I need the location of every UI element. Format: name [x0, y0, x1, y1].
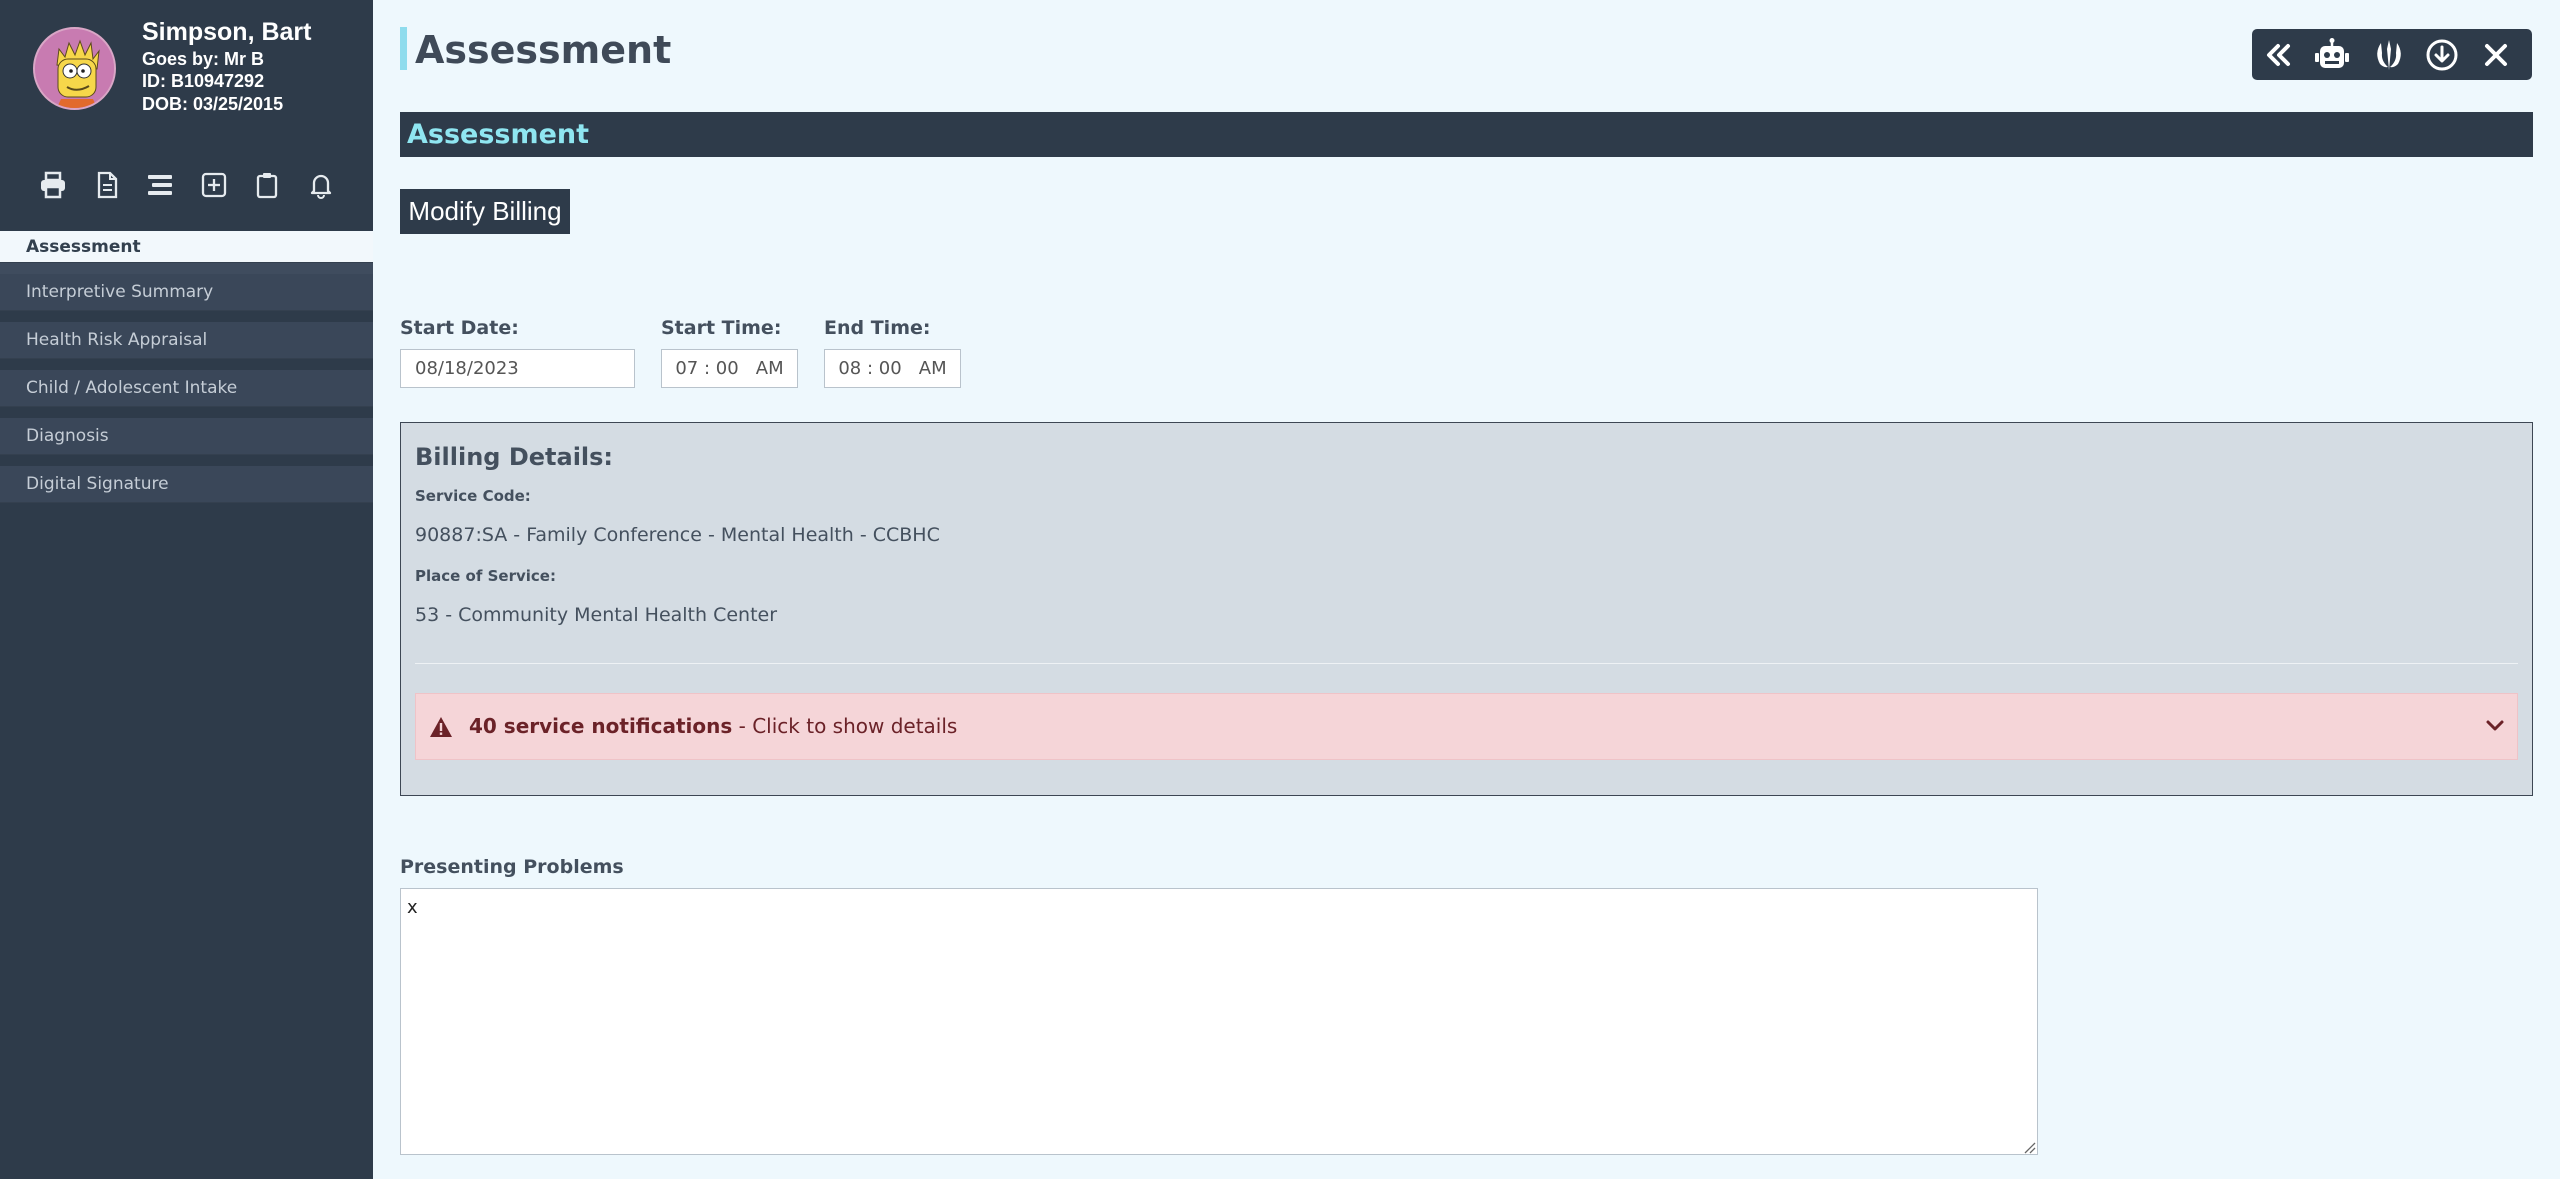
service-notifications-alert[interactable]: 40 service notifications - Click to show…	[415, 693, 2518, 760]
sidebar-item-digital-signature[interactable]: Digital Signature	[0, 466, 373, 503]
main-content: Assessment Assessment Modify Billing Sta…	[373, 0, 2560, 1179]
sidebar-item-child-adolescent-intake[interactable]: Child / Adolescent Intake	[0, 370, 373, 407]
sidebar-nav: Assessment Interpretive Summary Health R…	[0, 231, 373, 514]
alert-detail: - Click to show details	[732, 714, 958, 738]
patient-id: ID: B10947292	[142, 71, 265, 91]
start-date-label: Start Date:	[400, 317, 519, 339]
close-icon[interactable]	[2478, 37, 2514, 73]
list-icon[interactable]	[141, 166, 179, 204]
sidebar-item-diagnosis[interactable]: Diagnosis	[0, 418, 373, 455]
title-accent	[400, 27, 407, 70]
avatar	[33, 27, 116, 110]
start-time-field[interactable]: 07 : 00 AM	[661, 349, 798, 388]
resize-handle-icon[interactable]	[2022, 1139, 2036, 1158]
place-of-service-value: 53 - Community Mental Health Center	[415, 604, 778, 626]
document-icon[interactable]	[88, 166, 126, 204]
bell-icon[interactable]	[302, 166, 340, 204]
print-icon[interactable]	[34, 166, 72, 204]
double-chevron-left-icon[interactable]	[2260, 37, 2296, 73]
patient-name: Simpson, Bart	[142, 18, 312, 46]
service-code-value: 90887:SA - Family Conference - Mental He…	[415, 524, 940, 546]
presenting-problems-label: Presenting Problems	[400, 856, 624, 878]
section-title: Assessment	[407, 119, 590, 150]
sidebar-item-health-risk-appraisal[interactable]: Health Risk Appraisal	[0, 322, 373, 359]
billing-title: Billing Details:	[415, 443, 614, 471]
top-action-bar	[2252, 29, 2532, 80]
service-code-label: Service Code:	[415, 487, 531, 505]
sidebar-toolbar	[30, 166, 350, 204]
section-header: Assessment	[400, 112, 2533, 157]
jedi-icon[interactable]	[2371, 37, 2407, 73]
presenting-problems-textarea[interactable]: x	[400, 888, 2038, 1155]
end-time-label: End Time:	[824, 317, 931, 339]
sidebar: Simpson, Bart Goes by: Mr B ID: B1094729…	[0, 0, 373, 1179]
patient-header: Simpson, Bart Goes by: Mr B ID: B1094729…	[0, 0, 373, 140]
chevron-down-icon[interactable]	[2485, 718, 2505, 737]
divider	[415, 663, 2518, 664]
alert-count: 40 service notifications	[469, 714, 733, 738]
end-time-field[interactable]: 08 : 00 AM	[824, 349, 961, 388]
alert-text: 40 service notifications - Click to show…	[469, 714, 957, 738]
download-circle-icon[interactable]	[2424, 37, 2460, 73]
start-date-field[interactable]: 08/18/2023	[400, 349, 635, 388]
sidebar-item-interpretive-summary[interactable]: Interpretive Summary	[0, 274, 373, 311]
start-time-label: Start Time:	[661, 317, 782, 339]
patient-goes-by: Goes by: Mr B	[142, 49, 265, 69]
clipboard-icon[interactable]	[248, 166, 286, 204]
page-title: Assessment	[415, 28, 672, 72]
plus-square-icon[interactable]	[195, 166, 233, 204]
robot-icon[interactable]	[2314, 37, 2350, 73]
sidebar-item-assessment[interactable]: Assessment	[0, 231, 373, 263]
billing-details-panel: Billing Details: Service Code: 90887:SA …	[400, 422, 2533, 796]
place-of-service-label: Place of Service:	[415, 567, 556, 585]
nav-divider	[0, 263, 373, 274]
modify-billing-button[interactable]: Modify Billing	[400, 189, 570, 234]
patient-dob: DOB: 03/25/2015	[142, 94, 284, 114]
warning-icon	[429, 716, 453, 742]
